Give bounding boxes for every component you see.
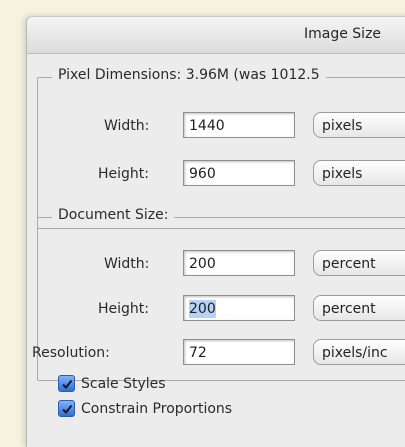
resolution-label: Resolution: xyxy=(32,345,110,361)
doc-width-unit-select[interactable]: percent xyxy=(313,250,405,276)
doc-height-label: Height: xyxy=(98,301,149,317)
doc-width-label: Width: xyxy=(104,256,150,272)
constrain-proportions-checkbox[interactable]: Constrain Proportions xyxy=(58,400,232,417)
pixel-height-unit-select[interactable]: pixels xyxy=(313,160,405,186)
pixel-dimensions-legend: Pixel Dimensions: 3.96M (was 1012.5 xyxy=(52,67,326,83)
scale-styles-checkbox[interactable]: Scale Styles xyxy=(58,375,166,392)
doc-height-selected-text: 200 xyxy=(189,300,216,318)
doc-height-input[interactable]: 200 xyxy=(183,295,295,321)
checkmark-icon xyxy=(58,375,75,392)
doc-width-input[interactable]: 200 xyxy=(183,250,295,276)
image-size-dialog: Image Size Pixel Dimensions: 3.96M (was … xyxy=(26,16,405,447)
resolution-input[interactable]: 72 xyxy=(183,339,295,365)
doc-height-unit-select[interactable]: percent xyxy=(313,295,405,321)
pixel-height-input[interactable]: 960 xyxy=(183,160,295,186)
pixel-width-unit-select[interactable]: pixels xyxy=(313,112,405,138)
document-size-group: Document Size: Width: 200 percent Height… xyxy=(32,207,405,381)
document-size-legend: Document Size: xyxy=(52,207,175,223)
scale-styles-label: Scale Styles xyxy=(81,375,166,392)
checkmark-icon xyxy=(58,400,75,417)
title-bar[interactable]: Image Size xyxy=(27,17,405,54)
pixel-width-label: Width: xyxy=(104,118,150,134)
pixel-width-input[interactable]: 1440 xyxy=(183,112,295,138)
pixel-height-label: Height: xyxy=(98,166,149,182)
resolution-unit-select[interactable]: pixels/inc xyxy=(313,339,405,365)
constrain-proportions-label: Constrain Proportions xyxy=(81,400,233,417)
dialog-title: Image Size xyxy=(304,26,382,42)
